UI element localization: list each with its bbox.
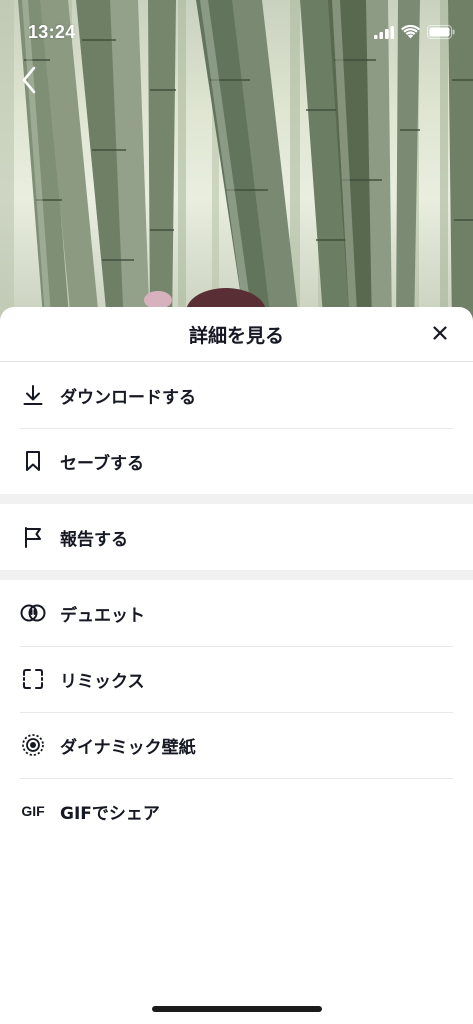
sheet-title: 詳細を見る	[188, 325, 284, 347]
bookmark-icon	[20, 448, 46, 474]
group-separator	[0, 494, 473, 504]
duet-icon	[20, 600, 46, 626]
options-group-save: ダウンロードする セーブする	[0, 362, 473, 494]
battery-icon	[427, 24, 455, 43]
report-button[interactable]: 報告する	[0, 504, 473, 570]
close-icon	[433, 325, 447, 344]
wifi-icon	[401, 24, 420, 43]
download-button[interactable]: ダウンロードする	[0, 362, 473, 428]
more-options-sheet: 詳細を見る ダウンロードする セーブする 報告する デュエット リミックス ダイ…	[0, 307, 473, 1024]
close-button[interactable]	[429, 323, 451, 345]
live-wallpaper-label: ダイナミック壁紙	[60, 737, 196, 758]
remix-label: リミックス	[60, 671, 145, 692]
bamboo-grove-photo	[0, 0, 473, 330]
download-label: ダウンロードする	[60, 387, 196, 408]
duet-label: デュエット	[60, 605, 145, 626]
options-group-report: 報告する	[0, 504, 473, 570]
options-group-create: デュエット リミックス ダイナミック壁紙 GIF GIFでシェア	[0, 580, 473, 844]
status-icons	[374, 24, 455, 43]
remix-button[interactable]: リミックス	[0, 646, 473, 712]
status-time: 13:24	[28, 22, 76, 42]
share-gif-label: GIFでシェア	[60, 803, 160, 824]
cellular-signal-icon	[374, 24, 394, 43]
screen: 13:24 詳細を見る ダウンロードする セーブする 報告する デュエット リミ…	[0, 0, 473, 1024]
live-wallpaper-icon	[20, 732, 46, 758]
home-indicator	[152, 1006, 322, 1012]
download-icon	[20, 382, 46, 408]
save-button[interactable]: セーブする	[0, 428, 473, 494]
live-wallpaper-button[interactable]: ダイナミック壁紙	[0, 712, 473, 778]
group-separator	[0, 570, 473, 580]
remix-icon	[20, 666, 46, 692]
save-label: セーブする	[60, 453, 144, 474]
sheet-header: 詳細を見る	[0, 307, 473, 362]
duet-button[interactable]: デュエット	[0, 580, 473, 646]
chevron-left-icon	[21, 66, 37, 98]
report-label: 報告する	[60, 529, 128, 550]
flag-icon	[20, 524, 46, 550]
back-button[interactable]	[14, 64, 44, 100]
gif-icon: GIF	[21, 803, 45, 819]
share-gif-button[interactable]: GIF GIFでシェア	[0, 778, 473, 844]
